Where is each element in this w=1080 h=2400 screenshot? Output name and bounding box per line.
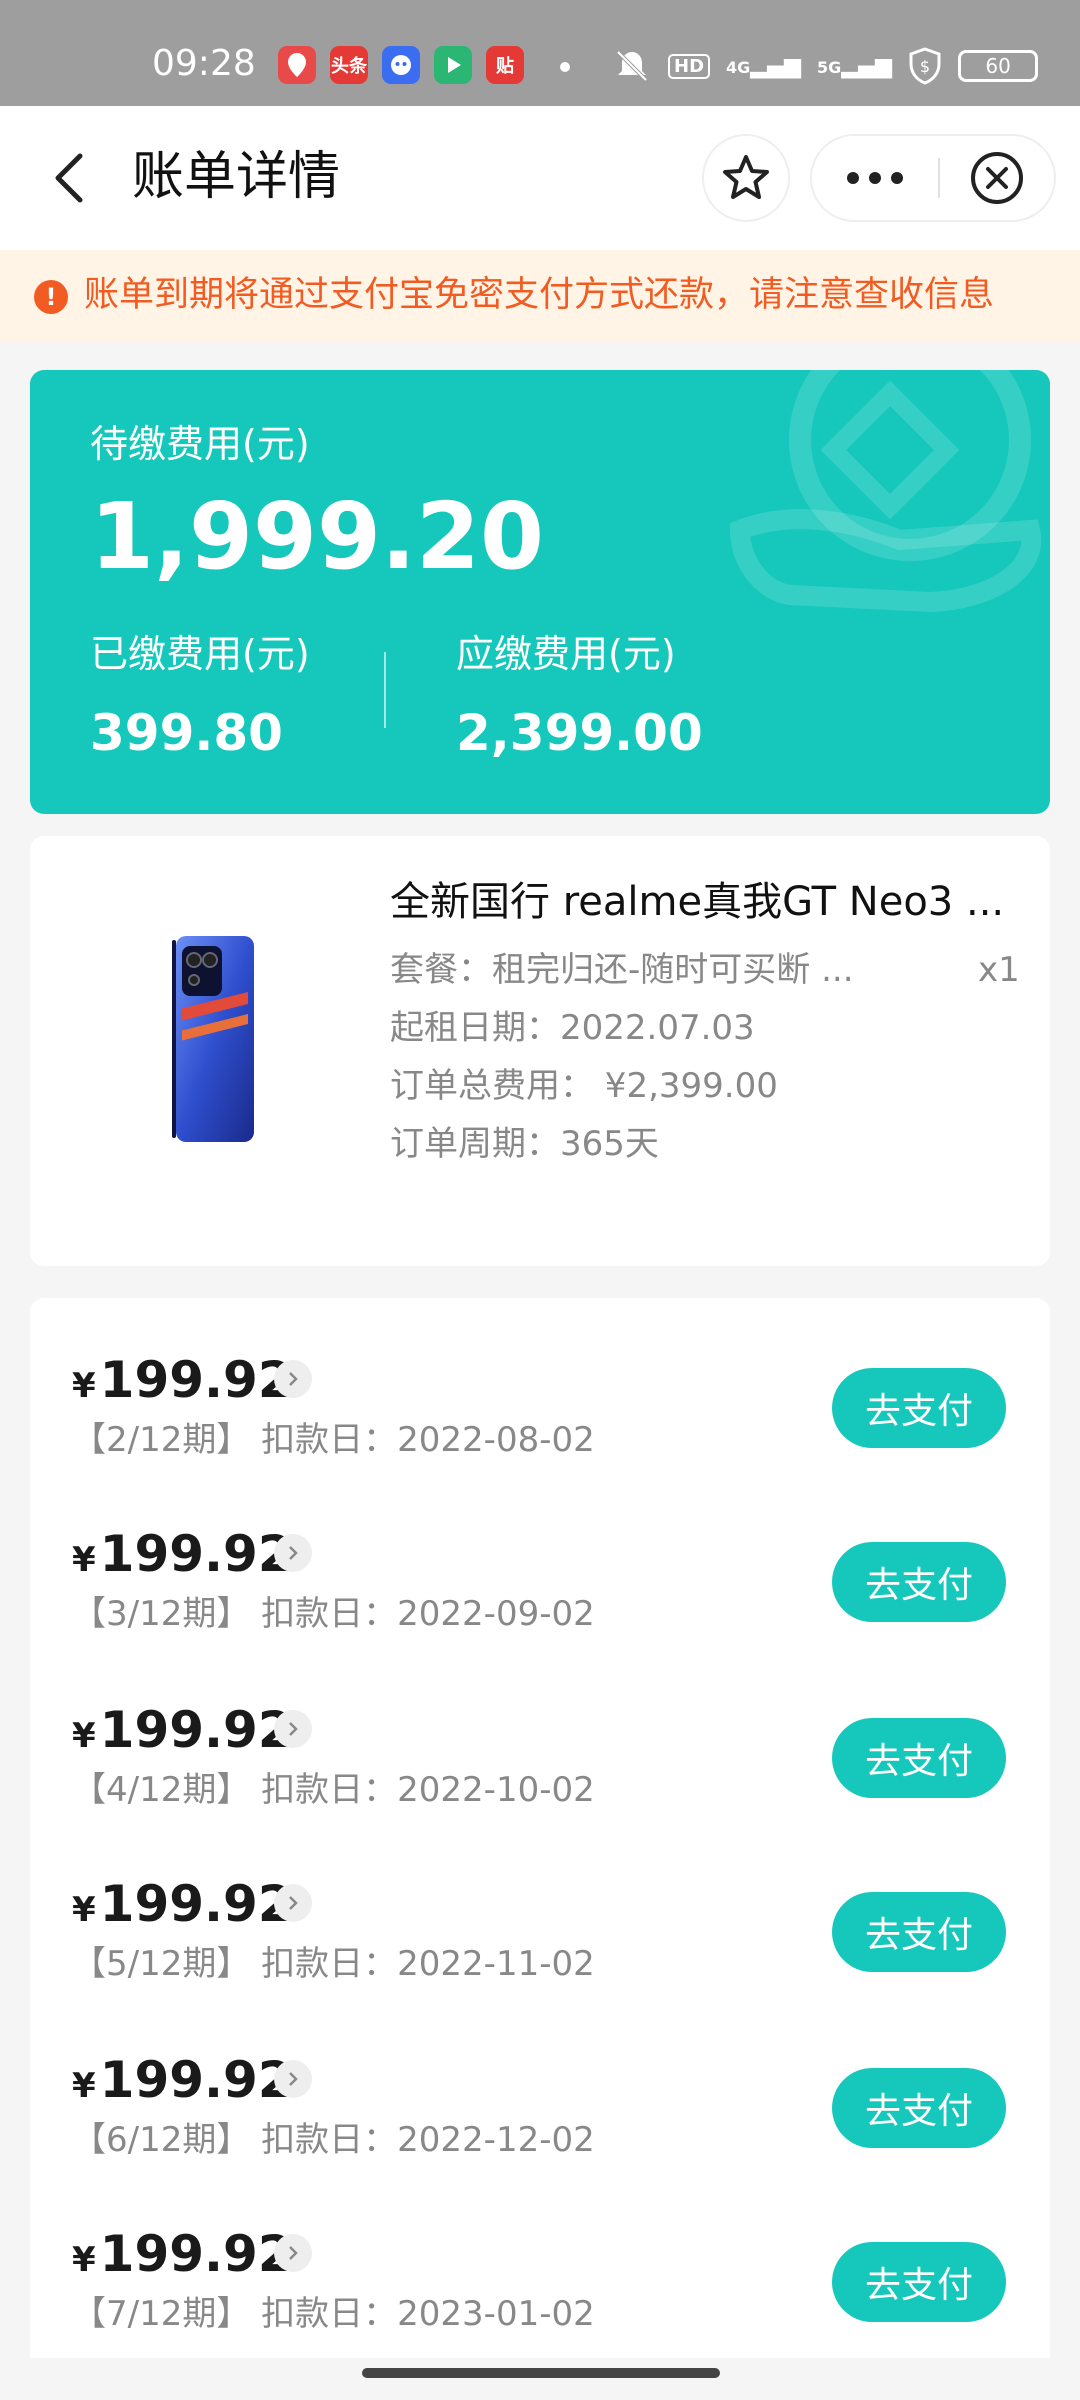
installment-info: 【2/12期】 扣款日：2022-08-02 (72, 1420, 595, 1460)
installment-amount-value: 199.92 (99, 1525, 293, 1583)
installment-amount[interactable]: ¥199.92 (72, 1700, 293, 1766)
chevron-right-icon[interactable] (274, 1884, 312, 1922)
due-amount-label: 待缴费用(元) (90, 422, 310, 466)
more-dots-icon (847, 172, 903, 184)
shield-dollar-icon: $ (909, 47, 941, 85)
star-icon (723, 155, 769, 199)
currency-symbol: ¥ (72, 1716, 96, 1756)
installment-row: ¥199.92 【4/12期】 扣款日：2022-10-02 去支付 (30, 1648, 1050, 1810)
installment-amount[interactable]: ¥199.92 (72, 2224, 293, 2290)
installment-amount[interactable]: ¥199.92 (72, 1350, 293, 1416)
installment-info: 【7/12期】 扣款日：2023-01-02 (72, 2294, 595, 2334)
chevron-right-icon[interactable] (274, 2060, 312, 2098)
back-button[interactable] (40, 142, 104, 214)
currency-symbol: ¥ (72, 1890, 96, 1930)
summary-divider (384, 652, 386, 728)
product-card[interactable]: 全新国行 realme真我GT Neo3 ... 套餐：租完归还-随时可买断 .… (30, 836, 1050, 1266)
status-bar: 09:28 头条 贴 HD 4G▂▄▆ 5G▂▄▆ $ 60 (0, 0, 1080, 106)
status-time: 09:28 (152, 43, 256, 84)
nav-bar: 账单详情 (0, 106, 1080, 250)
product-title: 全新国行 realme真我GT Neo3 ... (390, 879, 1005, 925)
signal-5g-icon: 5G▂▄▆ (817, 53, 893, 79)
currency-symbol: ¥ (72, 2240, 96, 2280)
pay-button[interactable]: 去支付 (832, 2068, 1006, 2148)
currency-symbol: ¥ (72, 2066, 96, 2106)
currency-symbol: ¥ (72, 1540, 96, 1580)
order-total-cost: 订单总费用： ¥2,399.00 (390, 1066, 778, 1106)
installment-info: 【5/12期】 扣款日：2022-11-02 (72, 1944, 595, 1984)
installment-info: 【6/12期】 扣款日：2022-12-02 (72, 2120, 595, 2160)
total-amount-value: 2,399.00 (456, 704, 703, 762)
pay-button[interactable]: 去支付 (832, 2242, 1006, 2322)
total-amount-label: 应缴费用(元) (456, 632, 676, 676)
notice-banner: ! 账单到期将通过支付宝免密支付方式还款，请注意查收信息 (0, 250, 1080, 342)
page-title: 账单详情 (132, 147, 341, 207)
close-button[interactable] (940, 136, 1054, 220)
installment-info: 【3/12期】 扣款日：2022-09-02 (72, 1594, 595, 1634)
chevron-right-icon[interactable] (274, 1360, 312, 1398)
installment-amount-value: 199.92 (99, 2051, 293, 2109)
installment-amount-value: 199.92 (99, 1351, 293, 1409)
signal-4g-icon: 4G▂▄▆ (726, 53, 802, 79)
map-app-icon (278, 46, 316, 84)
status-indicators: HD 4G▂▄▆ 5G▂▄▆ $ 60 (612, 46, 1039, 86)
installment-amount-value: 199.92 (99, 2225, 293, 2283)
installment-amount[interactable]: ¥199.92 (72, 2050, 293, 2116)
pay-button[interactable]: 去支付 (832, 1718, 1006, 1798)
pay-button[interactable]: 去支付 (832, 1892, 1006, 1972)
jd-app-icon: 贴 (486, 46, 524, 84)
coin-hand-decoration-icon (730, 370, 1042, 613)
payment-summary-card: 待缴费用(元) 1,999.20 已缴费用(元) 399.80 应缴费用(元) … (30, 370, 1050, 814)
favorite-button[interactable] (702, 134, 790, 222)
chevron-right-icon[interactable] (274, 1534, 312, 1572)
order-period: 订单周期：365天 (390, 1124, 659, 1164)
rental-start-date: 起租日期：2022.07.03 (390, 1008, 755, 1048)
chevron-right-icon[interactable] (274, 1710, 312, 1748)
installment-amount-value: 199.92 (99, 1701, 293, 1759)
notice-text: 账单到期将通过支付宝免密支付方式还款，请注意查收信息 (84, 275, 995, 315)
installment-amount[interactable]: ¥199.92 (72, 1524, 293, 1590)
svg-text:$: $ (920, 57, 930, 76)
chevron-left-icon (55, 153, 83, 203)
hd-icon: HD (668, 53, 711, 79)
chevron-right-icon[interactable] (274, 2234, 312, 2272)
currency-symbol: ¥ (72, 1366, 96, 1406)
paid-amount-label: 已缴费用(元) (90, 632, 310, 676)
pay-button[interactable]: 去支付 (832, 1368, 1006, 1448)
mute-bell-icon (616, 50, 648, 82)
installment-info: 【4/12期】 扣款日：2022-10-02 (72, 1770, 595, 1810)
qq-app-icon (382, 46, 420, 84)
video-app-icon (434, 46, 472, 84)
product-quantity: x1 (978, 950, 1020, 990)
status-app-icons: 头条 贴 (278, 46, 524, 84)
notification-dot-icon (560, 62, 570, 72)
installment-amount-value: 199.92 (99, 1875, 293, 1933)
installment-row: ¥199.92 【2/12期】 扣款日：2022-08-02 去支付 (30, 1298, 1050, 1460)
installment-list: ¥199.92 【2/12期】 扣款日：2022-08-02 去支付 ¥199.… (30, 1298, 1050, 2358)
more-button[interactable] (812, 136, 938, 220)
paid-amount-value: 399.80 (90, 704, 283, 762)
installment-row: ¥199.92 【5/12期】 扣款日：2022-11-02 去支付 (30, 1822, 1050, 1984)
product-plan: 套餐：租完归还-随时可买断 ... (390, 950, 854, 990)
installment-row: ¥199.92 【3/12期】 扣款日：2022-09-02 去支付 (30, 1472, 1050, 1634)
installment-amount[interactable]: ¥199.92 (72, 1874, 293, 1940)
phone-product-image (172, 936, 254, 1142)
miniapp-capsule (810, 134, 1056, 222)
alert-icon: ! (34, 280, 68, 314)
net-5g-label: 5G (817, 57, 842, 77)
battery-icon: 60 (958, 50, 1039, 82)
due-amount-value: 1,999.20 (90, 483, 544, 590)
close-circle-icon (971, 152, 1023, 204)
pay-button[interactable]: 去支付 (832, 1542, 1006, 1622)
net-4g-label: 4G (726, 57, 751, 77)
installment-row: ¥199.92 【6/12期】 扣款日：2022-12-02 去支付 (30, 1998, 1050, 2160)
home-indicator[interactable] (362, 2368, 720, 2378)
toutiao-app-icon: 头条 (330, 46, 368, 84)
installment-row: ¥199.92 【7/12期】 扣款日：2023-01-02 去支付 (30, 2172, 1050, 2334)
